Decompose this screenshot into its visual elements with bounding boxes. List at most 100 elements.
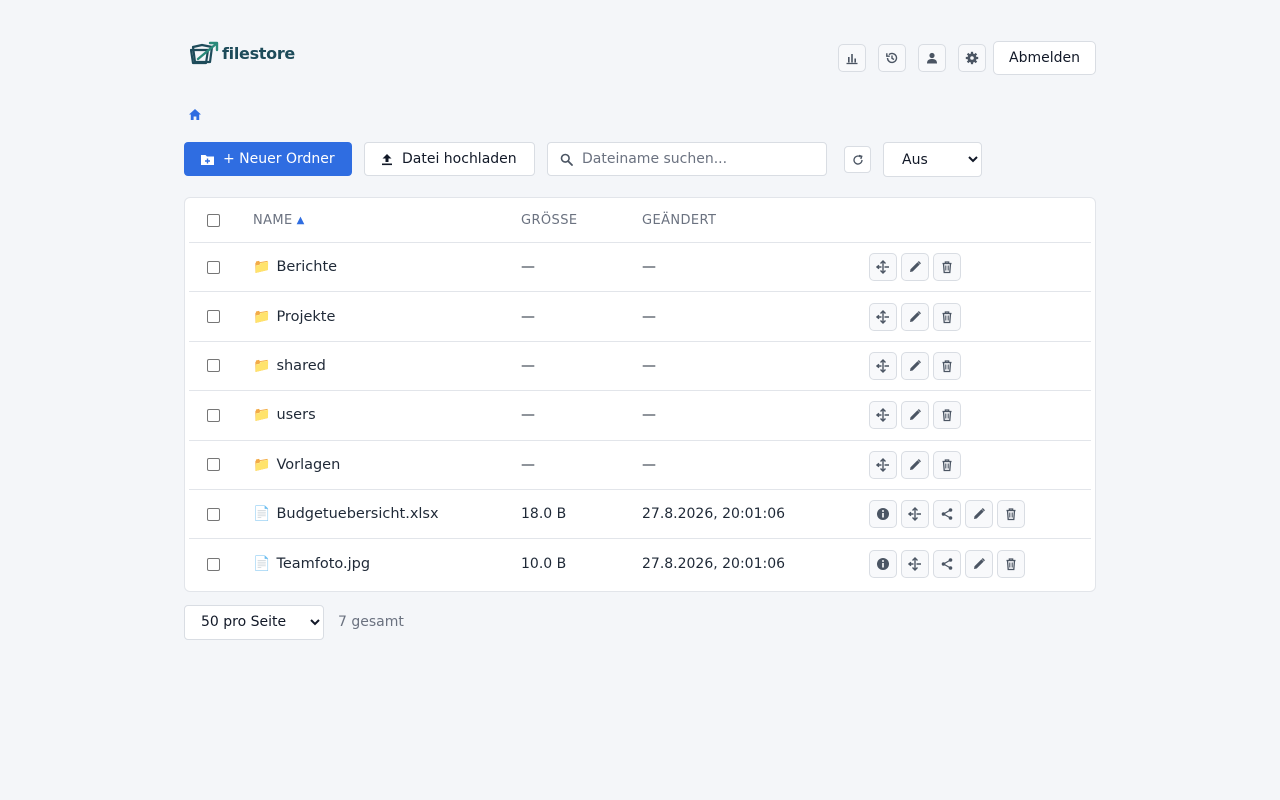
delete-button[interactable] <box>933 351 961 380</box>
row-actions <box>869 342 965 390</box>
info-button[interactable] <box>869 500 897 529</box>
row-checkbox[interactable] <box>207 557 220 571</box>
move-button[interactable] <box>869 401 897 430</box>
toolbar: + Neuer Ordner Datei hochladen Aus <box>184 142 1096 177</box>
row-name-cell[interactable]: 📄 Budgetuebersicht.xlsx <box>253 490 439 538</box>
filter-select[interactable]: Aus <box>883 142 982 177</box>
delete-button[interactable] <box>997 550 1025 579</box>
column-header-name[interactable]: NAME ▲ <box>253 198 304 242</box>
rename-button[interactable] <box>901 351 929 380</box>
rename-button[interactable] <box>965 500 993 529</box>
refresh-icon <box>852 154 863 165</box>
move-button[interactable] <box>869 253 897 282</box>
row-name[interactable]: Teamfoto.jpg <box>276 556 370 572</box>
row-modified: 27.8.2026, 20:01:06 <box>642 506 786 523</box>
logout-button[interactable]: Abmelden <box>993 41 1096 75</box>
delete-button[interactable] <box>933 302 961 331</box>
row-name-cell[interactable]: 📁 Vorlagen <box>253 441 340 489</box>
home-icon[interactable] <box>188 108 202 121</box>
row-name[interactable]: Budgetuebersicht.xlsx <box>276 506 438 522</box>
select-all-checkbox[interactable] <box>207 213 220 227</box>
per-page-select[interactable]: 50 pro Seite <box>184 604 324 640</box>
table-row[interactable]: 📁 shared — — <box>189 342 1091 392</box>
row-checkbox[interactable] <box>207 408 220 422</box>
file-table-body: NAME ▲ GRÖSSE GEÄNDERT 📁 Berichte — — 📁 Proje… <box>189 198 1091 589</box>
folder-icon: 📁 <box>253 456 271 473</box>
row-name[interactable]: users <box>276 407 315 423</box>
rename-button[interactable] <box>965 550 993 579</box>
row-checkbox[interactable] <box>207 310 220 324</box>
move-icon <box>876 358 890 373</box>
upload-label: Datei hochladen <box>402 151 517 167</box>
column-header-modified-label: GEÄNDERT <box>642 212 717 228</box>
row-name-cell[interactable]: 📁 users <box>253 391 316 439</box>
row-checkbox[interactable] <box>207 507 220 521</box>
column-header-modified[interactable]: GEÄNDERT <box>642 198 716 242</box>
table-header-row: NAME ▲ GRÖSSE GEÄNDERT <box>189 198 1091 243</box>
rename-button[interactable] <box>901 253 929 282</box>
trash-icon <box>940 359 954 373</box>
row-name-cell[interactable]: 📁 shared <box>253 342 326 390</box>
file-icon: 📄 <box>253 556 271 573</box>
share-icon <box>940 507 954 521</box>
row-size: 10.0 B <box>521 556 567 573</box>
row-name[interactable]: Projekte <box>276 309 335 325</box>
info-button[interactable] <box>869 550 897 579</box>
column-header-size[interactable]: GRÖSSE <box>521 198 577 242</box>
move-button[interactable] <box>869 302 897 331</box>
row-size: — <box>521 308 535 325</box>
table-row[interactable]: 📁 Projekte — — <box>189 292 1091 342</box>
pencil-icon <box>908 310 922 324</box>
row-checkbox[interactable] <box>207 359 220 373</box>
delete-button[interactable] <box>933 253 961 282</box>
move-button[interactable] <box>901 550 929 579</box>
delete-button[interactable] <box>997 500 1025 529</box>
share-button[interactable] <box>933 500 961 529</box>
table-row[interactable]: 📁 Berichte — — <box>189 243 1091 293</box>
row-size: — <box>521 407 535 424</box>
upload-file-button[interactable]: Datei hochladen <box>364 142 535 176</box>
rename-button[interactable] <box>901 401 929 430</box>
table-row[interactable]: 📄 Teamfoto.jpg 10.0 B 27.8.2026, 20:01:06 <box>189 539 1091 588</box>
table-row[interactable]: 📁 users — — <box>189 391 1091 441</box>
row-name-cell[interactable]: 📁 Berichte <box>253 243 337 291</box>
pencil-icon <box>908 359 922 373</box>
row-name-cell[interactable]: 📄 Teamfoto.jpg <box>253 539 370 588</box>
settings-button[interactable] <box>958 44 987 72</box>
profile-button[interactable] <box>918 44 947 72</box>
search-input[interactable] <box>582 151 812 167</box>
trash-icon <box>940 408 954 422</box>
row-size-cell: — <box>521 441 535 489</box>
table-row[interactable]: 📁 Vorlagen — — <box>189 441 1091 490</box>
user-icon <box>927 52 938 64</box>
row-checkbox[interactable] <box>207 260 220 274</box>
upload-icon <box>382 153 392 165</box>
row-name[interactable]: shared <box>276 358 325 374</box>
row-name-cell[interactable]: 📁 Projekte <box>253 292 335 340</box>
refresh-button[interactable] <box>844 146 871 173</box>
logo[interactable]: filestore <box>190 40 295 66</box>
move-icon <box>876 457 890 472</box>
delete-button[interactable] <box>933 401 961 430</box>
share-button[interactable] <box>933 550 961 579</box>
row-actions <box>869 490 1029 538</box>
history-button[interactable] <box>878 44 907 72</box>
row-size: — <box>521 259 535 276</box>
row-modified-cell: — <box>642 292 656 340</box>
stats-button[interactable] <box>838 44 867 72</box>
rename-button[interactable] <box>901 450 929 479</box>
move-button[interactable] <box>901 500 929 529</box>
row-name[interactable]: Berichte <box>276 259 337 275</box>
move-button[interactable] <box>869 450 897 479</box>
row-checkbox[interactable] <box>207 458 220 472</box>
total-count: 7 gesamt <box>338 614 404 630</box>
pencil-icon <box>908 408 922 422</box>
new-folder-button[interactable]: + Neuer Ordner <box>184 142 352 176</box>
rename-button[interactable] <box>901 302 929 331</box>
folder-icon: 📁 <box>253 259 271 276</box>
row-size-cell: — <box>521 292 535 340</box>
table-row[interactable]: 📄 Budgetuebersicht.xlsx 18.0 B 27.8.2026, 2… <box>189 490 1091 540</box>
delete-button[interactable] <box>933 450 961 479</box>
move-button[interactable] <box>869 351 897 380</box>
row-name[interactable]: Vorlagen <box>276 457 340 473</box>
